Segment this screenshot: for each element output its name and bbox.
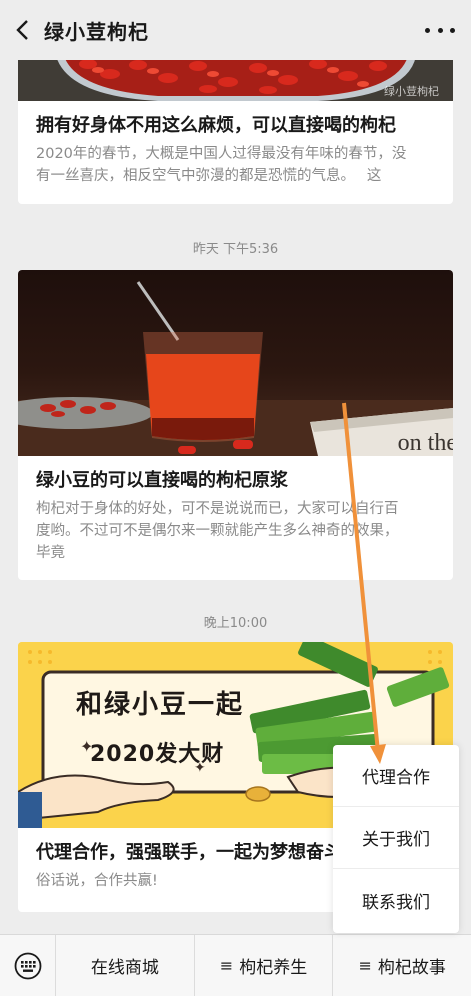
menu-online-store[interactable]: 在线商城 bbox=[56, 934, 195, 996]
chevron-left-icon bbox=[16, 20, 28, 40]
goji-basket-image: 绿小荳枸杞 bbox=[18, 56, 453, 101]
menu-label: 枸杞养生 bbox=[239, 958, 308, 978]
top-bar: 绿小荳枸杞 bbox=[0, 0, 471, 60]
submenu-item-agent-cooperation[interactable]: 代理合作 bbox=[333, 745, 459, 807]
banner-subheadline: 2020发大财 bbox=[90, 742, 225, 767]
menu-goji-story[interactable]: ≡ 枸杞故事 bbox=[333, 935, 471, 996]
more-button[interactable] bbox=[425, 18, 455, 42]
article-card[interactable]: 绿小荳枸杞 拥有好身体不用这么麻烦，可以直接喝的枸杞 2020年的春节，大概是中… bbox=[18, 56, 453, 204]
article-title: 绿小豆的可以直接喝的枸杞原浆 bbox=[36, 470, 288, 491]
submenu-item-about-us[interactable]: 关于我们 bbox=[333, 807, 459, 869]
timestamp: 晚上10:00 bbox=[203, 616, 268, 631]
keyboard-toggle-button[interactable] bbox=[0, 934, 56, 996]
menu-list-icon: ≡ bbox=[358, 956, 372, 975]
more-dots-icon bbox=[425, 27, 430, 33]
timestamp: 昨天 下午5:36 bbox=[192, 242, 279, 257]
article-card[interactable]: on the 绿小豆的可以直接喝的枸杞原浆 枸杞对于身体的好处，可不是说说而已，… bbox=[18, 270, 453, 580]
watermark: 绿小荳枸杞 bbox=[384, 85, 439, 98]
bottom-menu: 在线商城 ≡ 枸杞养生 ≡ 枸杞故事 bbox=[0, 934, 471, 996]
article-desc-line: 枸杞对于身体的好处，可不是说说而已，大家可以自行百 bbox=[36, 501, 399, 517]
goji-juice-image: on the bbox=[18, 270, 453, 456]
article-desc-line: 有一丝喜庆，相反空气中弥漫的都是恐慌的气息。 这 bbox=[36, 168, 382, 184]
menu-label: 在线商城 bbox=[90, 958, 159, 978]
banner-headline: 和绿小豆一起 bbox=[76, 690, 245, 720]
keyboard-icon bbox=[14, 952, 41, 979]
menu-list-icon: ≡ bbox=[219, 956, 234, 975]
submenu-item-contact-us[interactable]: 联系我们 bbox=[333, 869, 459, 931]
menu-label: 枸杞故事 bbox=[377, 958, 446, 978]
book-text: on the bbox=[397, 430, 453, 456]
page: 绿小荳枸杞 绿小荳枸杞 拥有好身体不用这么麻烦，可以直接喝的枸杞 2020年的春… bbox=[0, 0, 471, 996]
article-title: 拥有好身体不用这么麻烦，可以直接喝的枸杞 bbox=[36, 115, 396, 136]
menu-goji-health[interactable]: ≡ 枸杞养生 bbox=[195, 934, 334, 996]
article-desc-line: 2020年的春节，大概是中国人过得最没有年味的春节，没 bbox=[36, 146, 407, 162]
article-desc-line: 度哟。不过可不是偶尔来一颗就能产生多么神奇的效果， bbox=[36, 523, 399, 539]
page-title: 绿小荳枸杞 bbox=[44, 19, 149, 44]
article-desc-line: 毕竟 bbox=[36, 545, 65, 561]
submenu-popup: 代理合作 关于我们 联系我们 bbox=[333, 745, 459, 933]
back-button[interactable] bbox=[0, 0, 44, 60]
